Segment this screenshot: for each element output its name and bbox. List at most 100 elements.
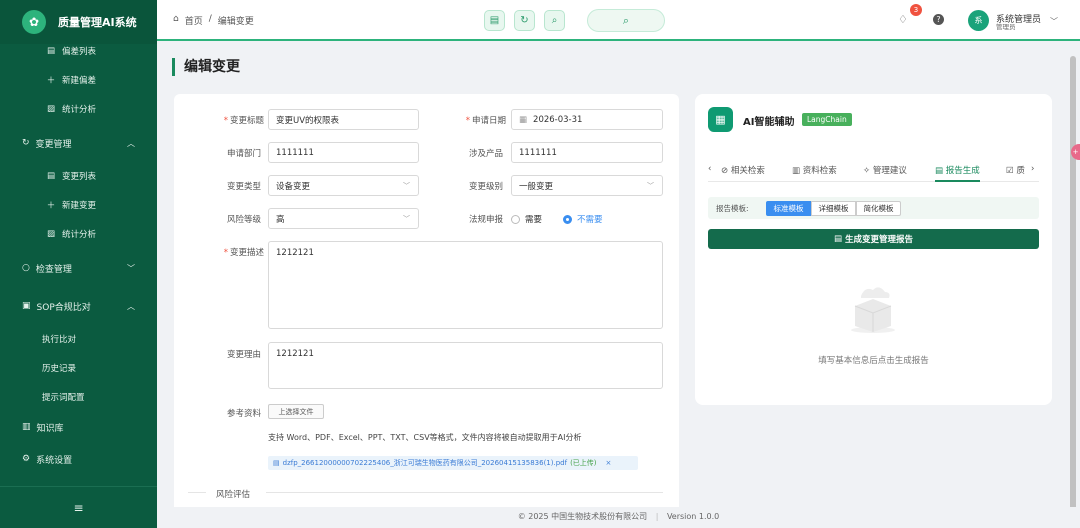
chevron-down-icon: ﹀ xyxy=(127,263,135,273)
sidebar-item-prompt-config[interactable]: 提示词配置 xyxy=(0,382,157,411)
upload-file-button[interactable]: 上选择文件 xyxy=(268,404,324,419)
avatar[interactable]: 系 xyxy=(968,10,989,31)
date-label: * 申请日期 xyxy=(465,116,506,126)
change-form-card: * 变更标题 变更UV的权限表 * 申请日期 ▦ 2026-03-31 申请部门 1… xyxy=(174,94,679,528)
global-search-button[interactable]: ⌕ xyxy=(587,9,665,32)
sidebar-group-change-management[interactable]: ↻ 变更管理 ︿ xyxy=(0,127,157,159)
divider-right xyxy=(266,492,663,493)
refresh-icon: ↻ xyxy=(22,138,30,148)
chevron-down-icon[interactable]: ﹀ xyxy=(1050,16,1058,27)
sidebar-item-new-deviation[interactable]: ＋ 新建偏差 xyxy=(0,65,157,94)
notification-button[interactable]: ♢ xyxy=(898,13,908,26)
tab-report-generation[interactable]: ▤ 报告生成 xyxy=(935,164,980,182)
book-icon: ▥ xyxy=(22,422,31,432)
sidebar-item-label: 知识库 xyxy=(36,423,64,434)
reason-textarea[interactable]: 1212121 xyxy=(268,342,663,389)
file-icon: ▣ xyxy=(22,301,31,311)
template-detailed[interactable]: 详细模板 xyxy=(811,201,856,216)
page-scrollbar[interactable] xyxy=(1070,56,1076,516)
refresh-tool-button[interactable]: ↻ xyxy=(514,10,535,31)
template-standard[interactable]: 标准模板 xyxy=(766,201,811,216)
version-text: Version 1.0.0 xyxy=(666,512,720,521)
search-tool-button[interactable]: ⌕ xyxy=(544,10,565,31)
title-label: * 变更标题 xyxy=(223,116,264,126)
radio-not-need[interactable]: 不需要 xyxy=(563,213,603,225)
menu-icon: ≡ xyxy=(73,500,84,515)
home-icon: ⌂ xyxy=(173,14,179,24)
ai-logo-icon: ✿ xyxy=(22,10,46,34)
ai-tabs: ‹ ⊘ 相关检索 ▥ 资料检索 ✧ 管理建议 ▤ 报告生成 ☑ 质 › xyxy=(708,160,1039,182)
footer-separator: | xyxy=(655,512,659,521)
chevron-down-icon: ﹀ xyxy=(403,181,410,190)
sidebar-item-label: 系统设置 xyxy=(36,455,73,466)
uploaded-file-chip[interactable]: ▤ dzfp_26612000000702225406_浙江可瑞生物医药有限公司… xyxy=(268,456,638,470)
tab-management-advice[interactable]: ✧ 管理建议 xyxy=(863,164,907,176)
search-icon: ○ xyxy=(22,263,30,273)
ref-label: 参考资料 xyxy=(226,409,261,419)
calendar-icon: ▦ xyxy=(519,114,528,125)
collapse-sidebar-button[interactable]: ≡ xyxy=(0,486,157,528)
report-label: 法规申报 xyxy=(468,215,503,225)
plus-icon: ＋ xyxy=(46,200,56,211)
title-input[interactable]: 变更UV的权限表 xyxy=(268,109,419,130)
dept-label: 申请部门 xyxy=(226,149,261,159)
dept-input[interactable]: 1111111 xyxy=(268,142,419,163)
tabs-next-icon[interactable]: › xyxy=(1031,164,1034,174)
level-select[interactable]: 一般变更 ﹀ xyxy=(511,175,663,196)
book-icon: ▥ xyxy=(792,166,803,176)
document-tool-button[interactable]: ▤ xyxy=(484,10,505,31)
radio-circle xyxy=(511,214,520,224)
desc-textarea[interactable]: 1212121 xyxy=(268,241,663,329)
risk-select[interactable]: 高 ﹀ xyxy=(268,208,419,229)
sidebar-item-label: 新建偏差 xyxy=(62,75,97,86)
file-status: (已上传) xyxy=(570,459,597,467)
tab-related-search[interactable]: ⊘ 相关检索 xyxy=(721,164,765,176)
search-icon: ⌕ xyxy=(551,15,558,26)
close-icon[interactable]: × xyxy=(606,459,612,467)
sidebar-group-sop[interactable]: ▣ SOP合规比对 ︿ xyxy=(0,290,157,322)
list-icon: ▤ xyxy=(46,170,56,181)
section-risk-title: 风险评估 xyxy=(216,490,251,500)
sidebar-item-deviation-stats[interactable]: ▨ 统计分析 xyxy=(0,94,157,123)
sidebar-item-label: 变更列表 xyxy=(62,171,97,182)
sidebar-item-deviation-list[interactable]: ▤ 偏差列表 xyxy=(0,36,157,65)
template-label: 报告模板: xyxy=(716,204,749,213)
sidebar-item-label: 新建变更 xyxy=(62,200,97,211)
product-input[interactable]: 1111111 xyxy=(511,142,663,163)
generate-report-button[interactable]: ▤ 生成变更管理报告 xyxy=(708,229,1039,249)
chevron-down-icon: ﹀ xyxy=(403,214,410,223)
tab-material-search[interactable]: ▥ 资料检索 xyxy=(792,164,837,176)
tab-quality[interactable]: ☑ 质 xyxy=(1006,164,1025,176)
sidebar-item-new-change[interactable]: ＋ 新建变更 xyxy=(0,190,157,219)
notification-badge: 3 xyxy=(910,4,922,16)
help-icon[interactable]: ? xyxy=(933,14,944,25)
date-input[interactable]: ▦ 2026-03-31 xyxy=(511,109,663,130)
sidebar-item-history[interactable]: 历史记录 xyxy=(0,353,157,382)
file-name: dzfp_26612000000702225406_浙江可瑞生物医药有限公司_2… xyxy=(282,459,568,467)
sidebar-item-change-list[interactable]: ▤ 变更列表 xyxy=(0,161,157,190)
list-icon: ▤ xyxy=(46,45,56,56)
sidebar-item-change-stats[interactable]: ▨ 统计分析 xyxy=(0,219,157,248)
chevron-up-icon: ︿ xyxy=(127,138,135,148)
top-bar: ⌂ 首页 / 编辑变更 ▤ ↻ ⌕ ⌕ ♢ 3 ? 系 系统管理员 管理员 ﹀ xyxy=(157,0,1080,41)
template-bar: 报告模板: 标准模板 详细模板 简化模板 xyxy=(708,197,1039,219)
breadcrumb-home[interactable]: 首页 xyxy=(185,14,203,27)
product-label: 涉及产品 xyxy=(468,149,503,159)
sidebar-item-knowledge-base[interactable]: ▥ 知识库 xyxy=(0,411,157,443)
tabs-prev-icon[interactable]: ‹ xyxy=(708,164,711,174)
gear-icon: ⚙ xyxy=(22,454,31,464)
divider-left xyxy=(188,492,206,493)
bulb-icon: ✧ xyxy=(863,166,873,176)
sidebar-item-settings[interactable]: ⚙ 系统设置 xyxy=(0,443,157,475)
radio-need[interactable]: 需要 xyxy=(511,213,542,225)
document-icon: ▤ xyxy=(489,15,500,26)
type-select[interactable]: 设备变更 ﹀ xyxy=(268,175,419,196)
copyright-text: © 2025 中国生物技术股份有限公司 xyxy=(517,512,648,521)
page-title: 编辑变更 xyxy=(172,58,240,76)
sidebar-item-run-compare[interactable]: 执行比对 xyxy=(0,324,157,353)
sidebar-group-inspection[interactable]: ○ 检查管理 ﹀ xyxy=(0,252,157,284)
sidebar-item-label: SOP合规比对 xyxy=(36,302,91,313)
template-simple[interactable]: 简化模板 xyxy=(856,201,901,216)
side-panel-handle[interactable]: + xyxy=(1071,144,1080,160)
chart-icon: ▨ xyxy=(46,103,56,114)
